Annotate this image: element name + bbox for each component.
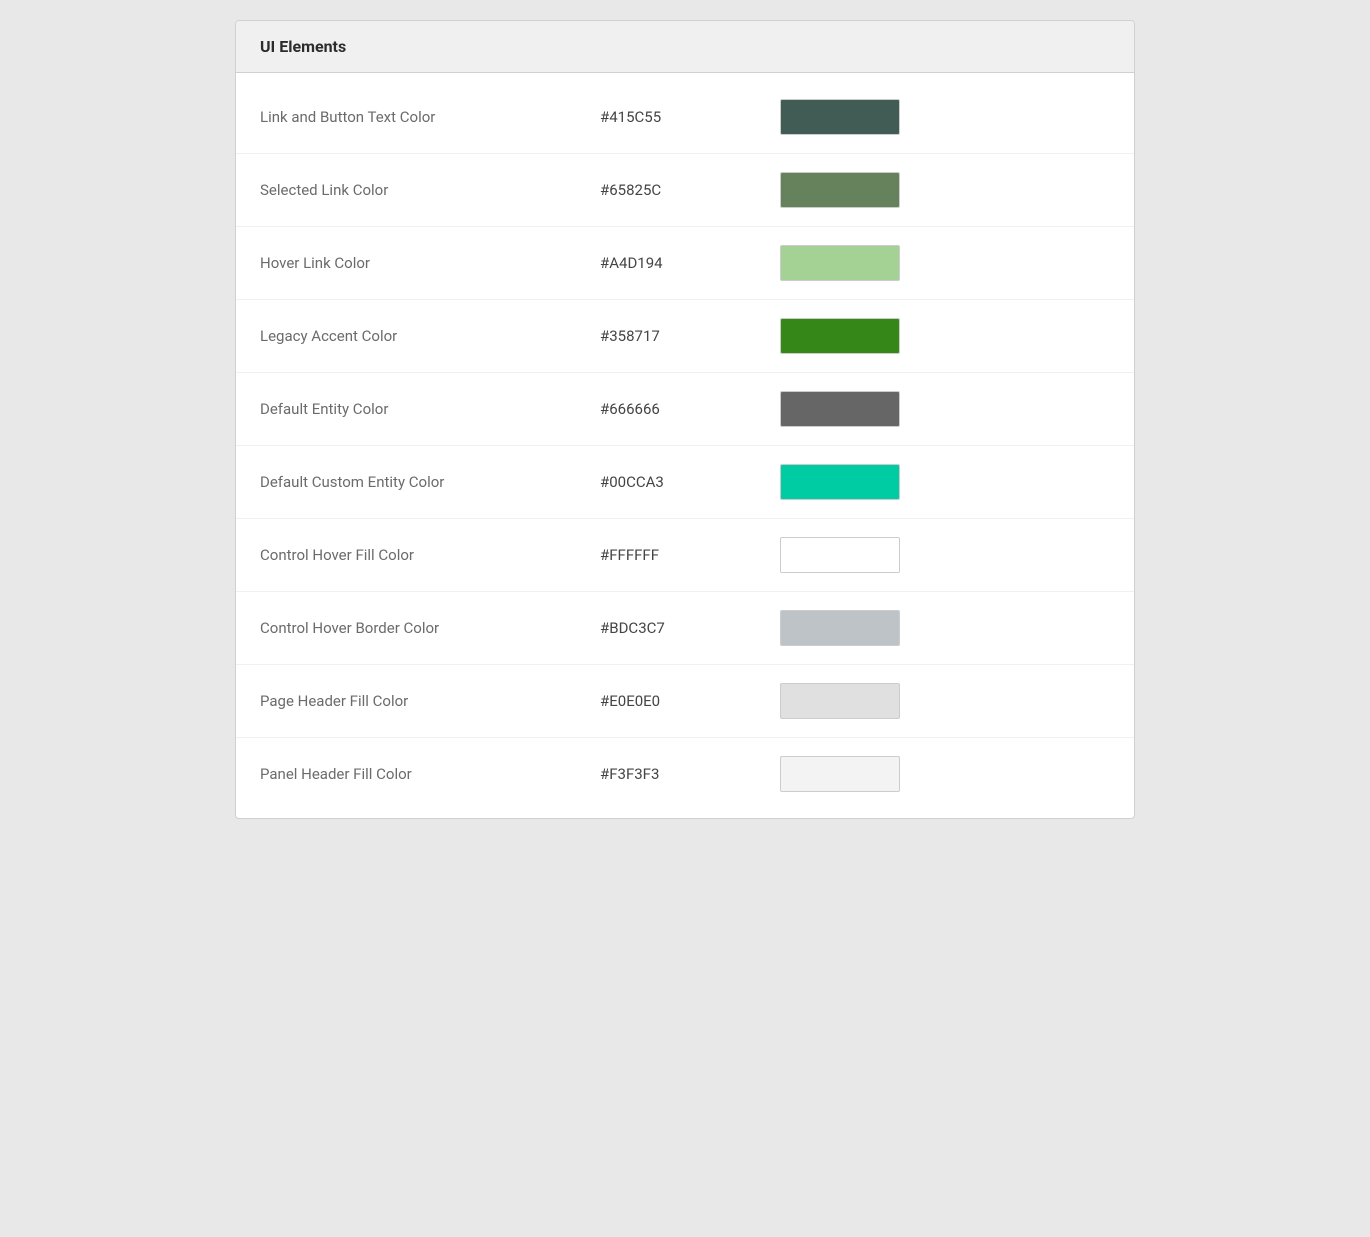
color-label-selected-link-color: Selected Link Color — [260, 181, 600, 199]
color-row-hover-link-color[interactable]: Hover Link Color#A4D194 — [236, 227, 1134, 300]
color-row-panel-header-fill-color[interactable]: Panel Header Fill Color#F3F3F3 — [236, 738, 1134, 810]
color-swatch-page-header-fill-color[interactable] — [780, 683, 900, 719]
panel-body: Link and Button Text Color#415C55Selecte… — [236, 73, 1134, 818]
color-swatch-default-entity-color[interactable] — [780, 391, 900, 427]
color-swatch-default-custom-entity-color[interactable] — [780, 464, 900, 500]
color-label-panel-header-fill-color: Panel Header Fill Color — [260, 765, 600, 783]
color-swatch-control-hover-fill-color[interactable] — [780, 537, 900, 573]
color-row-default-entity-color[interactable]: Default Entity Color#666666 — [236, 373, 1134, 446]
color-label-control-hover-border-color: Control Hover Border Color — [260, 619, 600, 637]
color-hex-control-hover-fill-color: #FFFFFF — [600, 546, 780, 564]
color-label-hover-link-color: Hover Link Color — [260, 254, 600, 272]
color-row-page-header-fill-color[interactable]: Page Header Fill Color#E0E0E0 — [236, 665, 1134, 738]
color-hex-default-entity-color: #666666 — [600, 400, 780, 418]
color-label-page-header-fill-color: Page Header Fill Color — [260, 692, 600, 710]
color-row-selected-link-color[interactable]: Selected Link Color#65825C — [236, 154, 1134, 227]
color-row-legacy-accent-color[interactable]: Legacy Accent Color#358717 — [236, 300, 1134, 373]
color-swatch-legacy-accent-color[interactable] — [780, 318, 900, 354]
color-hex-page-header-fill-color: #E0E0E0 — [600, 692, 780, 710]
color-hex-legacy-accent-color: #358717 — [600, 327, 780, 345]
color-swatch-control-hover-border-color[interactable] — [780, 610, 900, 646]
color-row-control-hover-border-color[interactable]: Control Hover Border Color#BDC3C7 — [236, 592, 1134, 665]
color-hex-default-custom-entity-color: #00CCA3 — [600, 473, 780, 491]
panel-title: UI Elements — [260, 37, 346, 56]
color-hex-selected-link-color: #65825C — [600, 181, 780, 199]
color-label-control-hover-fill-color: Control Hover Fill Color — [260, 546, 600, 564]
color-swatch-selected-link-color[interactable] — [780, 172, 900, 208]
color-hex-link-button-text-color: #415C55 — [600, 108, 780, 126]
color-label-legacy-accent-color: Legacy Accent Color — [260, 327, 600, 345]
color-label-default-entity-color: Default Entity Color — [260, 400, 600, 418]
color-label-link-button-text-color: Link and Button Text Color — [260, 108, 600, 126]
color-swatch-link-button-text-color[interactable] — [780, 99, 900, 135]
panel-header: UI Elements — [236, 21, 1134, 73]
color-row-default-custom-entity-color[interactable]: Default Custom Entity Color#00CCA3 — [236, 446, 1134, 519]
color-label-default-custom-entity-color: Default Custom Entity Color — [260, 473, 600, 491]
color-hex-panel-header-fill-color: #F3F3F3 — [600, 765, 780, 783]
color-swatch-panel-header-fill-color[interactable] — [780, 756, 900, 792]
color-hex-hover-link-color: #A4D194 — [600, 254, 780, 272]
color-swatch-hover-link-color[interactable] — [780, 245, 900, 281]
color-row-link-button-text-color[interactable]: Link and Button Text Color#415C55 — [236, 81, 1134, 154]
ui-elements-panel: UI Elements Link and Button Text Color#4… — [235, 20, 1135, 819]
color-row-control-hover-fill-color[interactable]: Control Hover Fill Color#FFFFFF — [236, 519, 1134, 592]
color-hex-control-hover-border-color: #BDC3C7 — [600, 619, 780, 637]
